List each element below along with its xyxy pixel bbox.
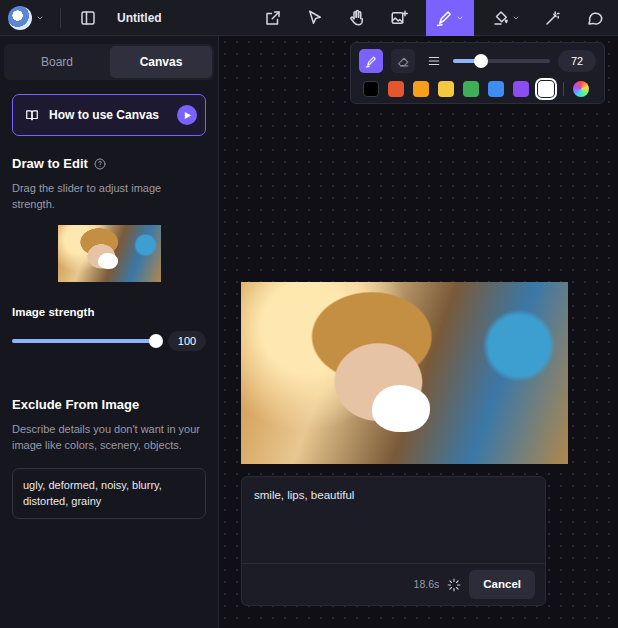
color-swatch[interactable] bbox=[488, 81, 504, 97]
image-tool[interactable] bbox=[384, 0, 414, 36]
select-tool[interactable] bbox=[300, 0, 330, 36]
comment-icon bbox=[586, 9, 604, 27]
color-swatch[interactable] bbox=[363, 81, 379, 97]
exclude-field[interactable]: ugly, deformed, noisy, blurry, distorted… bbox=[12, 468, 206, 519]
section-title: Exclude From Image bbox=[12, 395, 206, 415]
workspace: BoardCanvas How to use Canvas Draw to Edit… bbox=[0, 36, 618, 628]
color-swatch[interactable] bbox=[413, 81, 429, 97]
slider-label: Image strength bbox=[12, 304, 206, 321]
pen-button[interactable] bbox=[359, 49, 383, 73]
draw-title: Draw to Edit bbox=[12, 154, 88, 174]
color-swatches bbox=[359, 81, 596, 97]
image-icon bbox=[390, 9, 408, 27]
image-thumbnail bbox=[58, 225, 161, 282]
help-icon[interactable] bbox=[94, 158, 106, 170]
section-help: Drag the slider to adjust image strength… bbox=[12, 180, 206, 213]
color-picker[interactable] bbox=[573, 81, 589, 97]
guide-label: How to use Canvas bbox=[49, 106, 159, 124]
hand-icon bbox=[348, 9, 366, 27]
color-swatch[interactable] bbox=[388, 81, 404, 97]
brush-stroke bbox=[372, 385, 430, 432]
section-help: Describe details you don't want in your … bbox=[12, 421, 206, 454]
slider-track[interactable] bbox=[12, 339, 156, 343]
eraser-button[interactable] bbox=[391, 49, 415, 73]
toolbar bbox=[258, 0, 610, 36]
section-title: Draw to Edit bbox=[12, 154, 206, 174]
slider-knob[interactable] bbox=[149, 334, 163, 348]
fill-tool[interactable] bbox=[486, 0, 526, 36]
divider bbox=[563, 82, 564, 96]
strength-value[interactable]: 100 bbox=[168, 331, 206, 352]
dropdown-chevron-icon[interactable] bbox=[456, 14, 464, 22]
brush-panel: 72 bbox=[350, 42, 605, 104]
size-value[interactable]: 72 bbox=[558, 50, 596, 73]
hand-tool[interactable] bbox=[342, 0, 372, 36]
canvas-image[interactable] bbox=[241, 282, 568, 464]
menu-chevron-icon[interactable] bbox=[32, 0, 48, 36]
prompt-box: smile, lips, beautiful 18.6s Cancel bbox=[241, 476, 546, 606]
logo-icon[interactable] bbox=[8, 6, 32, 30]
prompt-footer: 18.6s Cancel bbox=[242, 563, 545, 605]
tab-bar: BoardCanvas bbox=[4, 44, 214, 80]
tab[interactable]: Board bbox=[6, 46, 108, 78]
top-bar: Untitled bbox=[0, 0, 618, 36]
size-track[interactable] bbox=[453, 59, 550, 63]
sidebar-body: How to use Canvas Draw to Edit Drag the sl… bbox=[4, 80, 214, 519]
size-knob[interactable] bbox=[474, 54, 488, 68]
pen-tool[interactable] bbox=[426, 0, 474, 36]
elapsed-time: 18.6s bbox=[414, 577, 440, 593]
fill-icon bbox=[492, 9, 510, 27]
tab[interactable]: Canvas bbox=[110, 46, 212, 78]
brush-controls: 72 bbox=[359, 49, 596, 73]
prompt-input[interactable]: smile, lips, beautiful bbox=[242, 477, 545, 563]
line-weight-icon bbox=[427, 54, 441, 68]
cancel-button[interactable]: Cancel bbox=[469, 570, 535, 599]
canvas[interactable]: 72 smile, lips, beautiful 18.6s Cancel bbox=[219, 36, 618, 628]
color-swatch[interactable] bbox=[438, 81, 454, 97]
sidebar: BoardCanvas How to use Canvas Draw to Edit… bbox=[0, 36, 219, 628]
comment-tool[interactable] bbox=[580, 0, 610, 36]
panel-toggle-icon[interactable] bbox=[73, 0, 103, 36]
color-swatch[interactable] bbox=[538, 81, 554, 97]
export-icon bbox=[264, 9, 282, 27]
pen-icon bbox=[436, 9, 454, 27]
wand-tool[interactable] bbox=[538, 0, 568, 36]
guide-button[interactable]: How to use Canvas bbox=[12, 94, 206, 136]
dropdown-chevron-icon[interactable] bbox=[512, 14, 520, 22]
brush-stroke bbox=[98, 253, 118, 269]
slider-fill bbox=[12, 339, 156, 343]
color-swatch[interactable] bbox=[513, 81, 529, 97]
book-icon bbox=[25, 108, 39, 122]
play-icon bbox=[177, 105, 197, 125]
wand-icon bbox=[544, 9, 562, 27]
divider bbox=[60, 8, 61, 28]
document-title[interactable]: Untitled bbox=[117, 9, 162, 27]
color-swatch[interactable] bbox=[463, 81, 479, 97]
export-tool[interactable] bbox=[258, 0, 288, 36]
strength-slider: 100 bbox=[12, 331, 206, 352]
select-icon bbox=[306, 9, 324, 27]
loading-icon bbox=[447, 578, 461, 592]
